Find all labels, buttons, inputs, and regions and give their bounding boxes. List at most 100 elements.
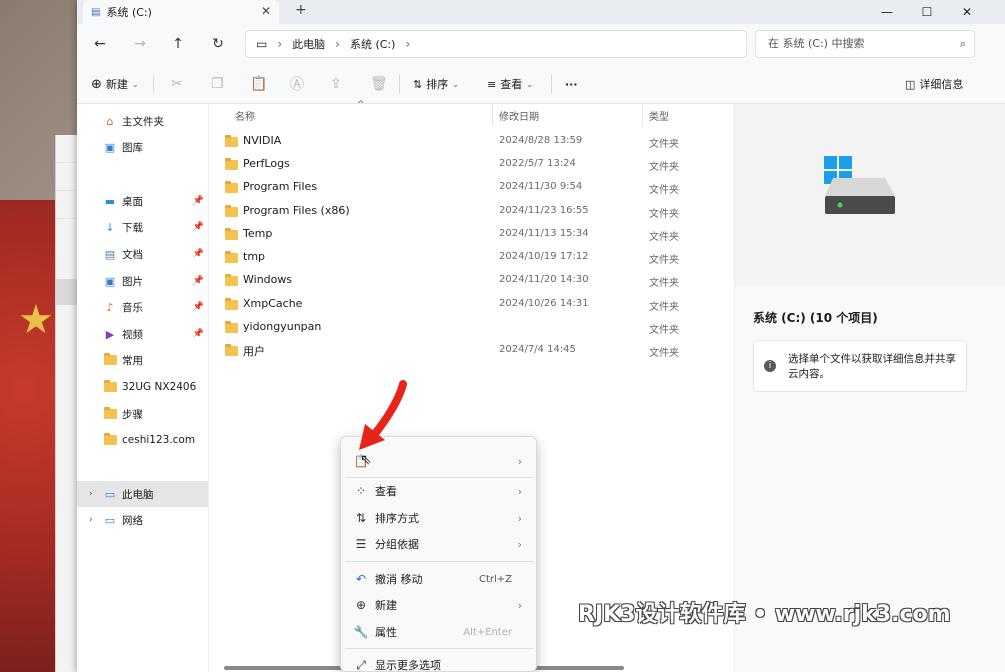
- undo-icon: ↶: [355, 572, 367, 586]
- expand-icon: ⤢: [356, 657, 366, 672]
- plus-circle-icon: ⊕: [91, 76, 102, 92]
- group-icon: ☰: [355, 537, 367, 551]
- chevron-right-icon: ›: [517, 454, 522, 468]
- cut-icon[interactable]: ✂: [171, 74, 183, 94]
- drive-preview: [735, 104, 1005, 286]
- table-row[interactable]: 用户 2024/7/4 14:45 文件夹: [209, 339, 735, 362]
- breadcrumb-system-c[interactable]: 系统 (C:): [350, 36, 395, 52]
- chevron-right-icon[interactable]: ›: [89, 515, 93, 525]
- chevron-right-icon: ›: [517, 598, 522, 612]
- table-row[interactable]: yidongyunpan 文件夹: [209, 316, 735, 339]
- hard-drive-icon: [824, 156, 895, 214]
- more-options-button[interactable]: ···: [565, 74, 578, 94]
- table-row[interactable]: Windows 2024/11/20 14:30 文件夹: [209, 269, 735, 292]
- sidebar-item-common[interactable]: 常用: [77, 347, 208, 373]
- home-icon: ⌂: [106, 114, 114, 128]
- table-row[interactable]: XmpCache 2024/10/26 14:31 文件夹: [209, 293, 735, 316]
- new-button[interactable]: ⊕ 新建 ⌄: [91, 74, 139, 94]
- chevron-right-icon: ›: [517, 537, 522, 551]
- sidebar-item-network[interactable]: › ▭ 网络: [77, 507, 208, 533]
- folder-icon: [103, 433, 117, 445]
- sidebar-item-downloads[interactable]: ↓ 下载 📌: [77, 214, 208, 240]
- music-icon: ♪: [106, 300, 114, 314]
- network-icon: ▭: [104, 513, 116, 527]
- context-undo-item[interactable]: ↶ 撤消 移动 Ctrl+Z: [345, 567, 534, 591]
- context-new-item[interactable]: ⊕ 新建 ›: [345, 593, 534, 617]
- sidebar-item-steps[interactable]: 步骤: [77, 401, 208, 427]
- wrench-icon: 🔧: [353, 625, 369, 639]
- sidebar-item-home[interactable]: ⌂ 主文件夹: [77, 108, 208, 134]
- view-button[interactable]: ≡ 查看 ⌄: [487, 74, 533, 94]
- delete-icon[interactable]: 🗑: [370, 74, 388, 94]
- table-row[interactable]: NVIDIA 2024/8/28 13:59 文件夹: [209, 130, 735, 153]
- view-icon: ≡: [487, 77, 497, 91]
- column-header-date[interactable]: 修改日期: [499, 108, 539, 123]
- table-row[interactable]: PerfLogs 2022/5/7 13:24 文件夹: [209, 153, 735, 176]
- watermark-text: RJK3设计软件库 • www.rjk3.com: [578, 602, 951, 627]
- close-window-button[interactable]: ✕: [947, 0, 987, 24]
- paste-icon[interactable]: 📋: [250, 74, 267, 94]
- sidebar-item-ceshi[interactable]: ceshi123.com: [77, 427, 208, 453]
- folder-icon: [225, 251, 238, 263]
- search-input[interactable]: 在 系统 (C:) 中搜索 ⌕: [755, 30, 975, 58]
- refresh-button[interactable]: ↻: [207, 34, 229, 54]
- folder-icon: [225, 205, 238, 217]
- context-view-item[interactable]: ⁘ 查看 ›: [345, 479, 534, 503]
- new-tab-button[interactable]: +: [295, 2, 307, 18]
- table-row[interactable]: Program Files (x86) 2024/11/23 16:55 文件夹: [209, 200, 735, 223]
- sidebar-item-32ug[interactable]: 32UG NX2406: [77, 374, 208, 400]
- context-menu: 📋 › ⁘ 查看 › ⇅ 排序方式 › ☰ 分组依据 › ↶ 撤消 移动 Ctr…: [340, 436, 537, 672]
- star-icon: ★: [18, 297, 54, 343]
- file-explorer-window: ▤ 系统 (C:) ✕ + — ☐ ✕ ← → ↑ ↻ ▭ › 此电脑 › 系统…: [77, 0, 1005, 672]
- sidebar-item-pictures[interactable]: ▣ 图片 📌: [77, 268, 208, 294]
- context-group-item[interactable]: ☰ 分组依据 ›: [345, 532, 534, 556]
- rename-icon[interactable]: Ⓐ: [290, 74, 304, 94]
- tab-system-c[interactable]: ▤ 系统 (C:) ✕: [83, 0, 279, 24]
- context-properties-item[interactable]: 🔧 属性 Alt+Enter: [345, 620, 534, 644]
- up-button[interactable]: ↑: [167, 34, 189, 54]
- pin-icon: 📌: [192, 222, 204, 232]
- plus-circle-icon: ⊕: [355, 598, 367, 612]
- table-row[interactable]: tmp 2024/10/19 17:12 文件夹: [209, 246, 735, 269]
- sort-icon: ⇅: [355, 511, 367, 525]
- folder-icon: [225, 344, 238, 356]
- forward-button[interactable]: →: [129, 34, 151, 54]
- maximize-button[interactable]: ☐: [907, 0, 947, 24]
- minimize-button[interactable]: —: [867, 0, 907, 24]
- address-bar[interactable]: ▭ › 此电脑 › 系统 (C:) ›: [245, 30, 747, 58]
- folder-icon: [225, 181, 238, 193]
- red-arrow-annotation: [359, 380, 407, 450]
- context-sort-item[interactable]: ⇅ 排序方式 ›: [345, 506, 534, 530]
- sort-button[interactable]: ⇅ 排序 ⌄: [413, 74, 459, 94]
- back-button[interactable]: ←: [89, 34, 111, 54]
- share-icon[interactable]: ⇪: [330, 74, 342, 94]
- folder-icon: [103, 353, 117, 365]
- column-header-name[interactable]: 名称: [235, 108, 255, 123]
- sort-ascending-icon: ^: [357, 100, 365, 110]
- context-more-options-item[interactable]: ⤢ 显示更多选项: [345, 653, 534, 672]
- gallery-icon: ▣: [104, 140, 116, 154]
- details-title: 系统 (C:) (10 个项目): [753, 311, 878, 325]
- breadcrumb-this-pc[interactable]: 此电脑: [292, 36, 325, 52]
- chevron-right-icon: ›: [277, 37, 283, 51]
- table-row[interactable]: Program Files 2024/11/30 9:54 文件夹: [209, 176, 735, 199]
- copy-icon[interactable]: ❐: [211, 74, 224, 94]
- navigation-pane: ⌂ 主文件夹 ▣ 图库 ▬ 桌面 📌 ↓ 下载 📌 ▤ 文档 📌 ▣ 图片 📌: [77, 104, 208, 672]
- details-pane-button[interactable]: ◫ 详细信息: [905, 74, 963, 94]
- computer-icon: ▭: [256, 37, 268, 51]
- sidebar-item-gallery[interactable]: ▣ 图库: [77, 134, 208, 160]
- chevron-right-icon[interactable]: ›: [89, 489, 93, 499]
- sidebar-item-music[interactable]: ♪ 音乐 📌: [77, 294, 208, 320]
- sidebar-item-this-pc[interactable]: › ▭ 此电脑: [77, 481, 208, 507]
- download-icon: ↓: [105, 220, 115, 234]
- close-tab-icon[interactable]: ✕: [261, 4, 271, 18]
- desktop-icon: ▬: [104, 194, 116, 208]
- folder-icon: [225, 274, 238, 286]
- folder-icon: [103, 380, 117, 392]
- sidebar-item-desktop[interactable]: ▬ 桌面 📌: [77, 188, 208, 214]
- table-row[interactable]: Temp 2024/11/13 15:34 文件夹: [209, 223, 735, 246]
- sidebar-item-documents[interactable]: ▤ 文档 📌: [77, 241, 208, 267]
- sidebar-item-videos[interactable]: ▶ 视频 📌: [77, 321, 208, 347]
- sort-icon: ⇅: [413, 77, 423, 91]
- column-header-type[interactable]: 类型: [649, 108, 669, 123]
